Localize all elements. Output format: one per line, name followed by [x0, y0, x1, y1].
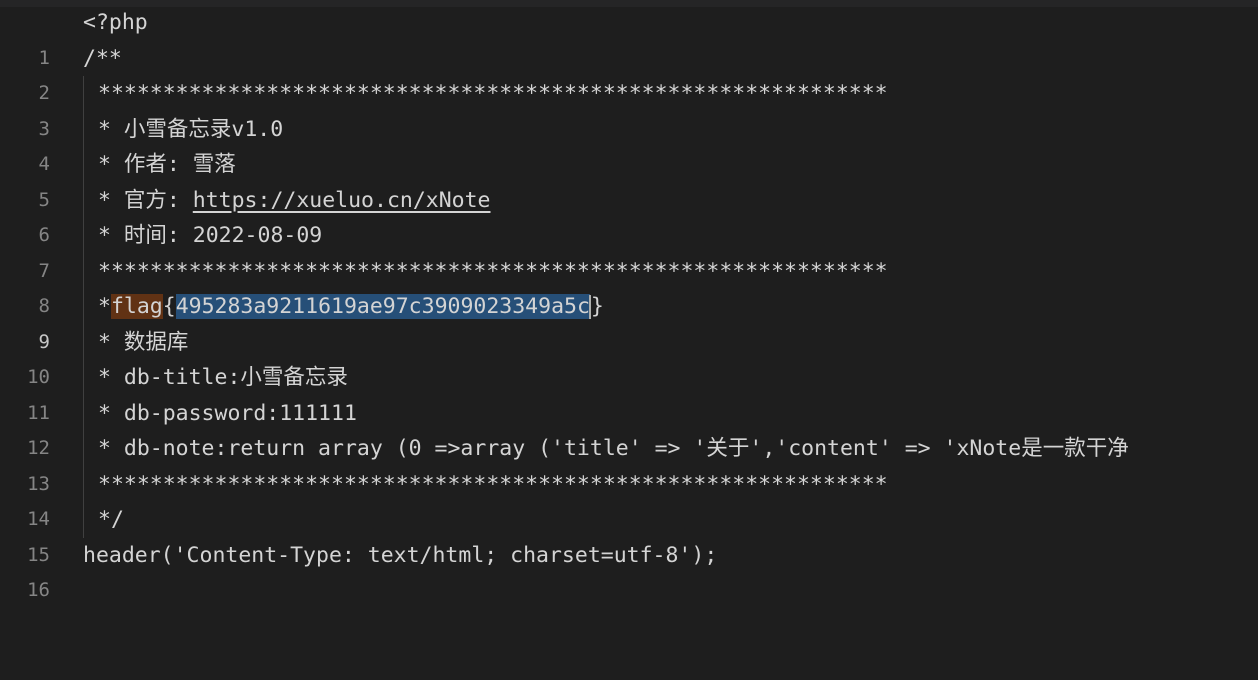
line-text: *flag{495283a9211619ae97c3909023349a5c}	[98, 294, 604, 319]
line-text: * 数据库	[98, 329, 189, 355]
line-text: * db-note:return array (0 =>array ('titl…	[98, 436, 1129, 461]
code-line[interactable]: 6 * 官方: https://xueluo.cn/xNote	[0, 182, 1258, 246]
code-line[interactable]: 8 **************************************…	[0, 253, 1258, 317]
code-line[interactable]: 2 /**	[0, 41, 1258, 105]
code-line[interactable]: 16 header('Content-Type: text/html; char…	[0, 538, 1258, 602]
code-line[interactable]: 13 * db-note:return array (0 =>array ('t…	[0, 431, 1258, 495]
line-text: * 时间: 2022-08-09	[98, 223, 323, 248]
code-line[interactable]: 14 *************************************…	[0, 466, 1258, 530]
code-line[interactable]: 1 <?php	[0, 5, 1258, 69]
line-text: ****************************************…	[98, 471, 888, 497]
line-text: */	[98, 507, 124, 532]
url-link[interactable]: https://xueluo.cn/xNote	[193, 188, 491, 213]
code-line[interactable]: 12 * db-password:111111	[0, 395, 1258, 459]
word-highlight: flag	[110, 294, 163, 319]
line-text: ****************************************…	[98, 81, 888, 106]
line-text: * db-password:111111	[98, 400, 357, 426]
code-line[interactable]: 4 * 小雪备忘录v1.0	[0, 111, 1258, 175]
line-text: <?php	[83, 10, 148, 35]
code-line-active[interactable]: 9 *flag{495283a9211619ae97c3909023349a5c…	[0, 289, 1258, 353]
line-text: ****************************************…	[98, 258, 888, 284]
code-line[interactable]: 5 * 作者: 雪落	[0, 147, 1258, 211]
line-text: * 官方: https://xueluo.cn/xNote	[98, 187, 491, 213]
line-text: * 小雪备忘录v1.0	[98, 116, 284, 142]
code-line[interactable]: 7 * 时间: 2022-08-09	[0, 218, 1258, 282]
line-text: header('Content-Type: text/html; charset…	[83, 542, 718, 568]
line-text: * 作者: 雪落	[98, 152, 236, 177]
code-line[interactable]: 10 * 数据库	[0, 324, 1258, 388]
line-text: /**	[83, 45, 122, 71]
line-text: * db-title:小雪备忘录	[98, 365, 348, 390]
code-line[interactable]: 3 **************************************…	[0, 76, 1258, 140]
text-selection[interactable]: 495283a9211619ae97c3909023349a5c	[175, 294, 590, 319]
line-number: 16	[27, 579, 50, 601]
code-line[interactable]: 15 */	[0, 502, 1258, 566]
code-editor[interactable]: 1 <?php 2 /** 3 ************************…	[0, 5, 1258, 602]
code-line[interactable]: 11 * db-title:小雪备忘录	[0, 360, 1258, 424]
